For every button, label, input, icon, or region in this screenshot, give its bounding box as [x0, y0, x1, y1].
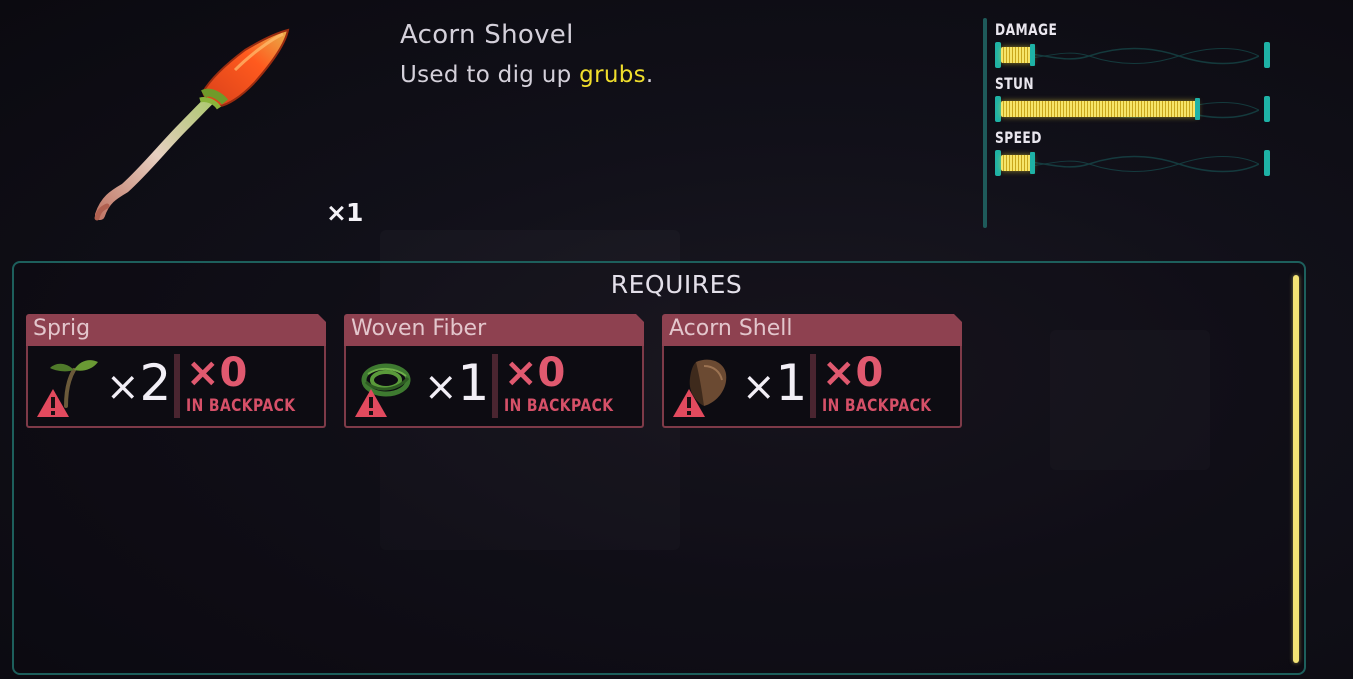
card-separator — [174, 354, 180, 418]
stat-bar — [995, 42, 1270, 68]
warning-icon — [355, 389, 387, 417]
times-sign: × — [742, 364, 776, 410]
requirement-card-sprig[interactable]: Sprig ×2 ×0 IN BACKPACK — [26, 314, 326, 428]
requirement-card-woven-fiber[interactable]: Woven Fiber ×1 ×0 IN BACKPACK — [344, 314, 644, 428]
required-quantity: ×1 — [424, 346, 489, 421]
item-description: Used to dig up grubs. — [400, 62, 654, 88]
required-count: 1 — [775, 354, 808, 412]
stat-label: STUN — [995, 74, 1035, 93]
stat-bar-cap — [1264, 42, 1270, 68]
times-sign: × — [106, 364, 140, 410]
stat-fill — [1001, 47, 1033, 63]
stat-fill — [1001, 155, 1033, 171]
backpack-label: IN BACKPACK — [186, 396, 296, 416]
stat-fill — [1001, 101, 1198, 117]
item-count: ×1 — [326, 198, 363, 227]
warning-icon — [673, 389, 705, 417]
backpack-label: IN BACKPACK — [822, 396, 932, 416]
backpack-label: IN BACKPACK — [504, 396, 614, 416]
requires-title: REQUIRES — [610, 270, 743, 299]
backpack-count: ×0 — [822, 350, 884, 396]
card-header: Woven Fiber — [344, 314, 644, 348]
stat-wave — [999, 47, 1259, 65]
backpack-count: ×0 — [186, 350, 248, 396]
stat-label: DAMAGE — [995, 20, 1058, 39]
stat-bar-cap — [1264, 150, 1270, 176]
stat-label: SPEED — [995, 128, 1042, 147]
description-text: Used to dig up — [400, 62, 580, 88]
stat-fill-end — [1030, 44, 1035, 66]
stat-wave — [999, 155, 1259, 173]
required-quantity: ×1 — [742, 346, 807, 421]
stat-fill-end — [1030, 152, 1035, 174]
description-highlight: grubs — [579, 62, 646, 88]
required-count: 1 — [457, 354, 490, 412]
stat-stun: STUN — [995, 74, 1270, 122]
stat-speed: SPEED — [995, 128, 1270, 176]
stat-bar-cap — [1264, 96, 1270, 122]
acorn-shovel-icon — [94, 28, 290, 221]
requirement-card-acorn-shell[interactable]: Acorn Shell ×1 ×0 IN BACKPACK — [662, 314, 962, 428]
warning-icon — [37, 389, 69, 417]
card-title: Sprig — [33, 316, 91, 341]
card-header: Acorn Shell — [662, 314, 962, 348]
times-sign: × — [424, 364, 458, 410]
card-separator — [492, 354, 498, 418]
stat-fill-end — [1195, 98, 1200, 120]
backpack-count: ×0 — [504, 350, 566, 396]
card-title: Acorn Shell — [669, 316, 793, 341]
stat-damage: DAMAGE — [995, 20, 1270, 68]
scrollbar[interactable] — [1293, 275, 1299, 663]
description-suffix: . — [645, 62, 654, 88]
stat-bar — [995, 150, 1270, 176]
card-header: Sprig — [26, 314, 326, 348]
stats-divider — [983, 18, 987, 228]
card-separator — [810, 354, 816, 418]
stat-bar — [995, 96, 1270, 122]
required-quantity: ×2 — [106, 346, 171, 421]
card-title: Woven Fiber — [351, 316, 487, 341]
item-title: Acorn Shovel — [400, 20, 574, 50]
required-count: 2 — [139, 354, 172, 412]
